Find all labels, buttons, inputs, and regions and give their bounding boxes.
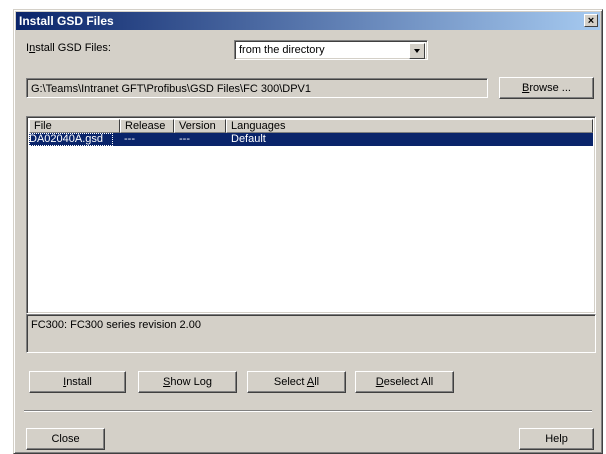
install-button[interactable]: Install [29, 371, 126, 393]
install-source-value: from the directory [239, 44, 325, 56]
chevron-down-icon[interactable] [409, 43, 425, 59]
gsd-info-text: FC300: FC300 series revision 2.00 [31, 319, 201, 331]
list-header: File Release Version Languages [29, 119, 593, 133]
footer-divider [24, 410, 592, 412]
column-header-languages[interactable]: Languages [226, 119, 593, 133]
install-gsd-dialog: Install GSD Files × Install GSD Files: f… [13, 9, 603, 454]
close-button[interactable]: Close [26, 428, 105, 450]
version-cell: --- [179, 133, 190, 145]
column-header-version[interactable]: Version [174, 119, 226, 133]
browse-button[interactable]: Browse ... [499, 77, 594, 99]
select-all-button[interactable]: Select All [247, 371, 346, 393]
gsd-info-box: FC300: FC300 series revision 2.00 [26, 314, 596, 353]
gsd-file-list[interactable]: File Release Version Languages DA02040A.… [26, 116, 596, 314]
deselect-all-button[interactable]: Deselect All [355, 371, 454, 393]
install-source-dropdown[interactable]: from the directory [234, 40, 428, 60]
install-source-label: Install GSD Files: [26, 42, 111, 54]
gsd-path-field[interactable]: G:\Teams\Intranet GFT\Profibus\GSD Files… [26, 78, 488, 98]
show-log-button[interactable]: Show Log [138, 371, 237, 393]
help-button[interactable]: Help [519, 428, 594, 450]
title-bar[interactable]: Install GSD Files × [16, 12, 600, 30]
languages-cell: Default [231, 133, 266, 145]
release-cell: --- [124, 133, 135, 145]
table-row[interactable]: DA02040A.gsd --- --- Default [29, 133, 593, 146]
close-icon[interactable]: × [584, 14, 598, 27]
file-cell: DA02040A.gsd [29, 133, 113, 146]
window-title: Install GSD Files [19, 14, 114, 28]
gsd-path-value: G:\Teams\Intranet GFT\Profibus\GSD Files… [31, 83, 311, 95]
column-header-file[interactable]: File [29, 119, 120, 133]
column-header-release[interactable]: Release [120, 119, 174, 133]
